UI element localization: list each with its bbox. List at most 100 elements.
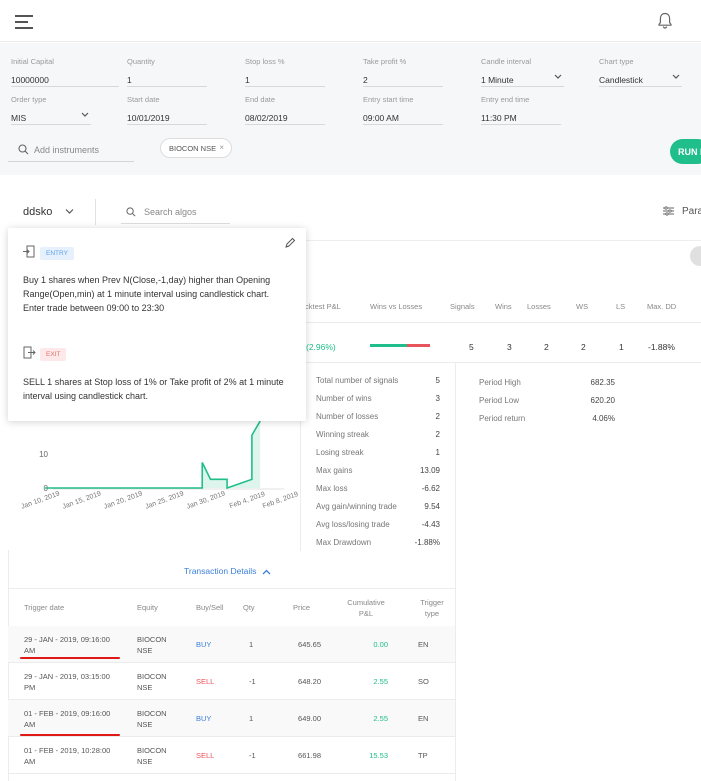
stop-loss-field[interactable]: Stop loss % 1 [245,57,325,87]
take-profit-field[interactable]: Take profit % 2 [363,57,443,87]
qty-cell: -1 [249,677,256,686]
stop-loss-input[interactable]: 1 [245,75,325,87]
quantity-input[interactable]: 1 [127,75,207,87]
losses-bar [407,344,430,347]
divider [455,550,456,781]
instrument-chip-label: BIOCON NSE [169,144,217,153]
losses-value: 2 [544,342,549,352]
sliders-icon [663,206,674,217]
candle-interval-label: Candle interval [481,57,532,66]
chart-type-value[interactable]: Candlestick [599,75,682,87]
entry-icon [23,245,35,258]
stat-label: Number of losses [316,412,379,421]
quantity-field[interactable]: Quantity 1 [127,57,207,87]
top-bar [0,0,701,42]
end-date-input[interactable]: 08/02/2019 [245,113,325,125]
x-tick-label: Jan 20, 2019 [103,490,144,510]
pnl-cell: 2.55 [373,714,388,723]
stat-label: Winning streak [316,430,369,439]
add-instruments-input[interactable]: Add instruments [8,136,134,162]
entry-end-time-field[interactable]: Entry end time 11:30 PM [481,95,561,125]
table-row[interactable]: 01 - FEB - 2019, 09:16:00 AM BIOCON NSE BUY 1… [8,700,455,737]
signals-header: Signals [450,302,475,311]
entry-end-time-input[interactable]: 11:30 PM [481,113,561,125]
stat-row: Avg gain/winning trade 9.54 [316,502,440,511]
side-cell: SELL [196,751,215,760]
exit-description: SELL 1 shares at Stop loss of 1% or Take… [23,377,284,401]
start-date-field[interactable]: Start date 10/01/2019 [127,95,207,125]
divider [95,199,96,225]
initial-capital-field[interactable]: Initial Capital 10000000 [11,57,119,87]
stat-label: Max loss [316,484,348,493]
wins-header: Wins [495,302,512,311]
ls-header: LS [616,302,626,311]
entry-end-time-label: Entry end time [481,95,530,104]
qty-cell: 1 [249,714,254,723]
parameters-button[interactable]: Para [663,206,701,217]
initial-capital-input[interactable]: 10000000 [11,75,119,87]
period-label: Period return [479,414,526,423]
pnl-cell: 15.53 [369,751,388,760]
trigger-date-cell: 01 - FEB - 2019, 10:28:00 AM [24,746,111,766]
stat-value: 9.54 [424,502,440,511]
entry-start-time-field[interactable]: Entry start time 09:00 AM [363,95,443,125]
losses-header: Losses [527,302,551,311]
stat-value: -6.62 [421,484,440,493]
start-date-input[interactable]: 10/01/2019 [127,113,207,125]
order-type-label: Order type [11,95,47,104]
entry-start-time-input[interactable]: 09:00 AM [363,113,443,125]
stat-value: 1 [435,448,440,457]
qty-cell: -1 [249,751,256,760]
chevron-up-icon [262,569,271,575]
side-cell: BUY [196,640,212,649]
chevron-down-icon[interactable] [65,208,74,215]
run-button[interactable]: RUN I [670,139,701,164]
search-algos-input[interactable]: Search algos [121,203,230,224]
ws-value: 2 [581,342,586,352]
price-header: Price [293,603,311,612]
stat-row: Winning streak 2 [316,430,440,439]
equity-header: Equity [137,603,158,612]
close-icon[interactable]: × [219,143,224,152]
chart-type-select[interactable]: Chart type Candlestick [599,57,682,87]
stat-label: Losing streak [316,448,364,457]
candle-interval-value[interactable]: 1 Minute [481,75,564,87]
period-label: Period Low [479,396,520,405]
period-value: 682.35 [590,378,615,387]
end-date-field[interactable]: End date 08/02/2019 [245,95,325,125]
table-row[interactable]: 29 - JAN - 2019, 03:15:00 PM BIOCON NSE SELL… [8,663,455,700]
algo-selector[interactable]: ddsko [23,206,52,218]
edit-icon[interactable] [284,237,296,249]
instrument-chip[interactable]: BIOCON NSE × [160,138,232,158]
table-row[interactable]: 01 - FEB - 2019, 10:28:00 AM BIOCON NSE SELL… [8,737,455,774]
entry-window-text: Enter trade between 09:00 to 23:30 [23,303,165,313]
divider [300,362,701,363]
annotation-underline [20,734,120,736]
signals-value: 5 [469,342,474,352]
price-cell: 645.65 [298,640,321,649]
stat-value: -4.43 [421,520,440,529]
annotation-underline [20,657,120,659]
qty-header: Qty [243,603,255,612]
chevron-down-icon [81,112,89,117]
chevron-down-icon [672,74,680,79]
stat-value: 2 [435,412,440,421]
bell-icon[interactable] [657,12,673,30]
stat-label: Max Drawdown [316,538,372,547]
take-profit-input[interactable]: 2 [363,75,443,87]
wins-bar [370,344,407,347]
stat-value: -1.88% [414,538,440,547]
backtest-pnl-header: cktest P&L [305,302,341,311]
stop-loss-label: Stop loss % [245,57,285,66]
hamburger-icon[interactable] [15,15,33,29]
chart-type-label: Chart type [599,57,634,66]
toggle-switch[interactable] [690,246,701,266]
order-type-select[interactable]: Order type MIS [11,95,91,125]
candle-interval-select[interactable]: Candle interval 1 Minute [481,57,564,87]
divider [455,363,456,551]
initial-capital-label: Initial Capital [11,57,54,66]
entry-tag: ENTRY [40,247,74,260]
trigger-type-cell: EN [418,714,429,723]
order-type-value[interactable]: MIS [11,113,91,125]
transaction-details-toggle[interactable]: Transaction Details [184,566,271,576]
